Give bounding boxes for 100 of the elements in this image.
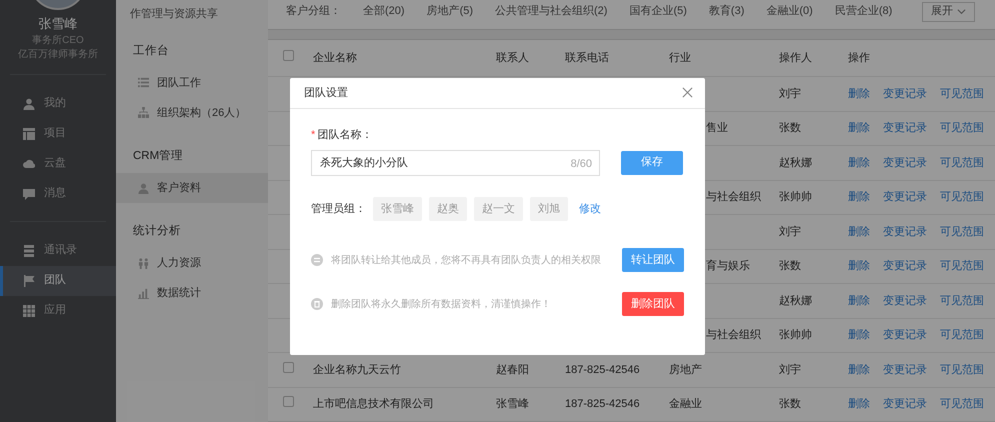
admin-tag: 张雪峰 [373,196,422,221]
transfer-icon [311,254,323,266]
table-cell-text: 张数 [779,121,802,136]
table-icon [23,128,35,140]
action-link[interactable]: 删除 [848,189,870,206]
column-header: 联系人 [496,50,530,66]
sidebar-item[interactable]: 团队 [0,266,116,296]
column-header: 联系电话 [565,50,610,66]
expand-button[interactable]: 展开 [922,2,975,22]
filter-link[interactable]: 房地产(5) [426,3,474,20]
intro-text: 作管理与资源共享 [129,6,219,22]
action-link[interactable]: 变更记录 [883,396,927,413]
subnav-item[interactable]: 团队工作 [116,68,268,98]
action-link[interactable]: 可见范围 [940,86,984,102]
flag-icon [23,274,35,286]
action-link[interactable]: 变更记录 [883,258,927,275]
action-link[interactable]: 变更记录 [883,86,927,102]
action-link[interactable]: 变更记录 [883,224,927,240]
action-link[interactable]: 删除 [848,362,870,378]
trash-icon [311,298,323,310]
chat-icon [23,188,35,200]
action-link[interactable]: 删除 [848,224,870,240]
org-chart-icon [138,107,149,118]
action-link[interactable]: 变更记录 [883,327,927,344]
admin-tag: 刘旭 [530,196,568,221]
hint-text: 删除团队将永久删除所有数据资料，清谨慎操作！ [331,298,551,312]
column-header: 操作人 [779,50,813,66]
table-cell-text: 赵秋娜 [779,294,813,309]
action-link[interactable]: 删除 [848,258,870,275]
subnav-item[interactable]: 数据统计 [116,278,268,308]
table-cell-text: 张帅帅 [779,190,813,206]
checkbox[interactable] [283,396,294,408]
action-link[interactable]: 删除 [848,86,870,102]
close-icon [682,87,693,98]
table-cell-text: 企业名称九天云竹 [313,362,402,378]
table-cell: 金融业 [669,398,702,410]
action-link[interactable]: 删除 [848,120,870,137]
section-title: 工作台 [132,44,170,58]
action-link[interactable]: 可见范围 [940,327,984,344]
team-name-field[interactable]: 杀死大象的小分队 8/60 [311,150,600,176]
action-link[interactable]: 变更记录 [883,362,927,378]
filter-link[interactable]: 金融业(0) [766,3,813,20]
action-link[interactable]: 变更记录 [883,292,927,310]
action-link[interactable]: 可见范围 [940,292,984,310]
sidebar-item[interactable]: 应用 [0,296,116,326]
list-icon [23,244,35,256]
transfer-button[interactable]: 转让团队 [622,248,684,272]
subnav-item[interactable]: 组织架构（26人） [116,98,268,128]
table-cell-text: 上市吧信息技术有限公司 [313,396,435,412]
table-cell-text: 张帅帅 [779,328,813,344]
modal-title: 团队设置 [304,86,348,101]
checkbox[interactable] [283,362,294,373]
sidebar-item[interactable]: 项目 [0,118,116,148]
bar-chart-icon [138,288,149,299]
checkbox[interactable] [283,50,294,61]
subnav-item[interactable]: 客户资料 [116,173,268,203]
action-link[interactable]: 删除 [848,327,870,344]
subnav-item[interactable]: 人力资源 [116,248,268,278]
table-cell-text: 张数 [779,259,802,274]
edit-link[interactable]: 修改 [579,200,601,217]
grid-icon [23,304,35,316]
chevron-down-icon [957,7,966,16]
column-header: 企业名称 [313,50,358,66]
table-cell-text: 刘宇 [779,224,802,240]
sidebar-item[interactable]: 我的 [0,88,116,118]
action-link[interactable]: 删除 [848,396,870,413]
action-link[interactable]: 可见范围 [940,396,984,413]
table-cell-text: 刘宇 [779,362,802,378]
action-link[interactable]: 删除 [848,292,870,310]
action-link[interactable]: 变更记录 [883,189,927,206]
required-mark: * [311,129,316,141]
action-link[interactable]: 变更记录 [883,154,927,172]
action-link[interactable]: 变更记录 [883,120,927,137]
table-cell-text: 187-825-42546 [565,362,641,378]
sidebar-item[interactable]: 通讯录 [0,236,116,266]
table-cell: 与社会组织 [706,329,761,342]
filter-link[interactable]: 教育(3) [708,3,744,20]
action-link[interactable]: 可见范围 [940,362,984,378]
filter-link[interactable]: 民营企业(8) [834,3,892,20]
user-name: 张雪峰 [38,15,78,33]
column-header: 操作 [848,50,871,66]
table-cell-text: 赵春阳 [496,362,530,378]
table-cell: 房地产 [669,364,702,376]
character-counter: 8/60 [570,156,592,172]
sidebar-item[interactable]: 云盘 [0,148,116,178]
hint-text: 将团队转让给其他成员，您将不再具有团队负责人的相关权限 [331,254,601,268]
action-link[interactable]: 可见范围 [940,120,984,137]
save-button[interactable]: 保存 [621,150,683,174]
filter-link[interactable]: 全部(20) [363,3,405,20]
action-link[interactable]: 可见范围 [940,258,984,275]
filter-link[interactable]: 国有企业(5) [629,3,687,20]
column-header: 行业 [669,50,692,66]
delete-button[interactable]: 删除团队 [622,292,684,316]
action-link[interactable]: 可见范围 [940,154,984,172]
filter-link[interactable]: 公共管理与社会组织(2) [495,3,608,20]
action-link[interactable]: 可见范围 [940,224,984,240]
action-link[interactable]: 删除 [848,154,870,172]
sidebar-item[interactable]: 消息 [0,178,116,208]
action-link[interactable]: 可见范围 [940,189,984,206]
field-label: 团队名称： [317,129,372,141]
